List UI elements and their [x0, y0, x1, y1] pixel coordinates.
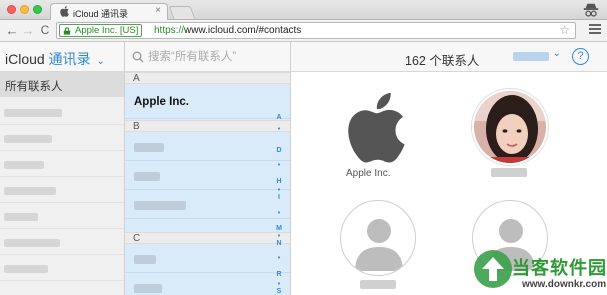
index-dot[interactable]: • [272, 210, 286, 218]
incognito-icon [583, 3, 599, 17]
section-letter: C [133, 233, 141, 244]
back-button[interactable]: ← [4, 22, 20, 39]
divider [0, 254, 124, 255]
group-label: 所有联系人 [5, 81, 63, 93]
contact-name-redacted [360, 280, 396, 289]
section-letter: B [133, 121, 140, 132]
contact-count: 162 个联系人 [405, 54, 480, 68]
url-path: www.icloud.com/#contacts [184, 25, 302, 36]
groups-sidebar: 所有联系人 [0, 72, 124, 295]
index-letter[interactable]: H [272, 178, 286, 186]
window-close-button[interactable] [7, 5, 16, 14]
index-letter[interactable]: D [272, 147, 286, 155]
url-text: https://www.icloud.com/#contacts [154, 25, 301, 36]
group-item-redacted[interactable] [4, 265, 48, 273]
help-icon[interactable]: ? [572, 48, 589, 65]
search-box [128, 48, 288, 66]
close-icon[interactable]: × [155, 5, 161, 16]
watermark-url: www.downkr.com [522, 279, 607, 290]
index-dot[interactable]: • [272, 255, 286, 263]
divider [0, 280, 124, 281]
app-switcher[interactable]: iCloud 通讯录 ⌄ [5, 49, 105, 69]
chevron-down-icon: ⌄ [96, 56, 105, 67]
url-scheme: https:// [154, 25, 185, 36]
contact-name-redacted [134, 172, 160, 181]
index-letter[interactable]: I [272, 194, 286, 202]
address-bar[interactable]: Apple Inc. [US] https://www.icloud.com/#… [56, 22, 576, 39]
tab-title: iCloud 通讯录 [73, 9, 129, 19]
contact-name-redacted [134, 201, 186, 210]
divider [0, 124, 124, 125]
divider [0, 228, 124, 229]
reload-button[interactable]: C [37, 22, 53, 39]
contacts-list: A Apple Inc. B C [125, 72, 290, 295]
section-header: B [125, 120, 290, 132]
window-minimize-button[interactable] [20, 5, 29, 14]
window-maximize-button[interactable] [33, 5, 42, 14]
contact-card-label: Apple Inc. [346, 168, 391, 179]
app-name: 通讯录 [48, 51, 91, 67]
browser-tab[interactable]: iCloud 通讯录 × [50, 3, 168, 20]
contact-name-redacted [491, 168, 527, 177]
apple-logo-icon[interactable] [340, 92, 412, 164]
group-item-redacted[interactable] [4, 161, 44, 169]
menu-icon[interactable] [589, 24, 601, 35]
index-letter[interactable]: A [272, 114, 286, 122]
index-dot[interactable]: • [272, 126, 286, 134]
chevron-down-icon: ⌄ [552, 48, 561, 59]
account-menu[interactable]: ⌄ [513, 48, 561, 62]
ev-label: Apple Inc. [US] [75, 25, 139, 36]
index-dot[interactable]: • [272, 162, 286, 170]
list-item[interactable] [125, 191, 290, 219]
brand-label: iCloud [5, 51, 45, 67]
contact-name-redacted [134, 143, 164, 152]
contact-name-redacted [134, 255, 156, 264]
list-item[interactable] [125, 245, 290, 273]
list-item[interactable]: Apple Inc. [125, 85, 290, 119]
silhouette-icon [355, 219, 403, 271]
index-letter[interactable]: M [272, 225, 286, 233]
group-item-redacted[interactable] [4, 213, 38, 221]
group-item-redacted[interactable] [4, 187, 56, 195]
section-letter: A [133, 73, 140, 84]
search-icon [132, 51, 144, 63]
list-item[interactable] [125, 274, 290, 295]
app-header: iCloud 通讯录 ⌄ 162 个联系人 ⌄ ? [0, 42, 607, 72]
list-item[interactable] [125, 162, 290, 190]
index-letter[interactable]: N [272, 240, 286, 248]
lock-icon [63, 27, 71, 35]
divider [0, 176, 124, 177]
list-item[interactable] [125, 133, 290, 161]
divider [0, 150, 124, 151]
ev-certificate-badge[interactable]: Apple Inc. [US] [59, 24, 143, 37]
group-item-redacted[interactable] [4, 135, 52, 143]
search-input[interactable] [148, 49, 283, 65]
star-icon[interactable]: ☆ [559, 23, 570, 37]
section-header: C [125, 232, 290, 244]
index-letter[interactable]: R [272, 271, 286, 279]
contact-card[interactable] [340, 200, 416, 276]
group-item-redacted[interactable] [4, 239, 60, 247]
apple-logo-icon [60, 6, 69, 17]
group-item-redacted[interactable] [4, 109, 62, 117]
divider [0, 202, 124, 203]
section-header: A [125, 72, 290, 84]
contact-name-redacted [134, 284, 162, 293]
index-letter[interactable]: S [272, 288, 286, 295]
watermark-title: 当客软件园 [512, 258, 607, 278]
account-name-redacted [513, 52, 549, 61]
contact-name: Apple Inc. [134, 96, 189, 108]
forward-button[interactable]: → [20, 22, 36, 39]
new-tab-button[interactable] [168, 6, 196, 19]
group-all-contacts[interactable]: 所有联系人 [0, 72, 124, 97]
window-titlebar: iCloud 通讯录 × [0, 0, 607, 20]
contact-photo[interactable] [472, 89, 548, 165]
browser-toolbar: ← → C Apple Inc. [US] https://www.icloud… [0, 20, 607, 42]
